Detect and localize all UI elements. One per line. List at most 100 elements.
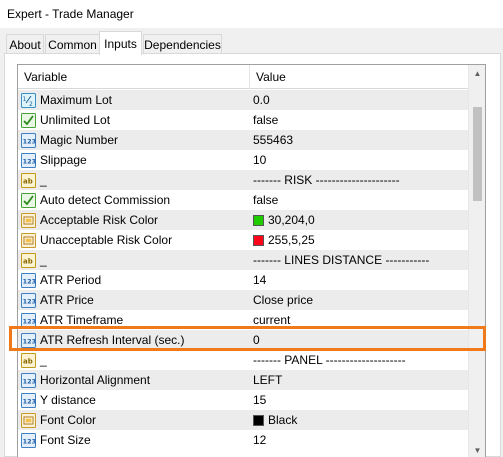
inputs-panel: Variable Value 1 2 Maximum Lot 0.0 Unlimited…: [4, 53, 501, 457]
value-cell[interactable]: false: [253, 110, 278, 130]
value-cell[interactable]: 14: [253, 270, 266, 290]
enum-icon: 123: [21, 372, 36, 388]
value-text: Black: [268, 413, 298, 427]
value-cell[interactable]: 0: [253, 330, 260, 350]
tab-about[interactable]: About: [6, 34, 44, 54]
value-cell[interactable]: false: [253, 190, 278, 210]
svg-text:123: 123: [23, 397, 36, 405]
variable-cell: 123 Horizontal Alignment: [18, 370, 248, 390]
scroll-down-arrow-icon[interactable]: ▼: [469, 442, 485, 457]
variable-cell: Unacceptable Risk Color: [18, 230, 248, 250]
variable-cell: 123 ATR Refresh Interval (sec.): [18, 330, 248, 350]
table-row[interactable]: Unacceptable Risk Color 255,5,25: [18, 230, 485, 250]
value-cell[interactable]: ------- RISK ---------------------: [253, 170, 400, 190]
value-cell[interactable]: Close price: [253, 290, 313, 310]
table-row[interactable]: 123 ATR Refresh Interval (sec.) 0: [18, 330, 485, 350]
tab-inputs-label: Inputs: [104, 36, 137, 51]
variable-cell: 1 2 Maximum Lot: [18, 90, 248, 110]
table-row[interactable]: 123 ATR Timeframe current: [18, 310, 485, 330]
variable-cell: 123 Font Size: [18, 430, 248, 450]
value-text: false: [253, 113, 279, 127]
value-cell[interactable]: 555463: [253, 130, 293, 150]
value-text: 555463: [253, 133, 294, 147]
table-row[interactable]: 123 Horizontal Alignment LEFT: [18, 370, 485, 390]
value-text: 10: [253, 153, 267, 167]
variable-cell: Auto detect Commission: [18, 190, 248, 210]
svg-text:123: 123: [23, 377, 36, 385]
svg-text:123: 123: [23, 317, 36, 325]
value-cell[interactable]: 255,5,25: [253, 230, 315, 250]
int-icon: 123: [21, 152, 36, 168]
scrollbar-thumb[interactable]: [473, 107, 482, 201]
table-row[interactable]: 123 Font Size 12: [18, 430, 485, 450]
column-header-variable-label: Variable: [24, 70, 68, 84]
table-row[interactable]: Unlimited Lot false: [18, 110, 485, 130]
variable-name: ATR Period: [40, 273, 102, 287]
variable-cell: Unlimited Lot: [18, 110, 248, 130]
value-cell[interactable]: 12: [253, 430, 266, 450]
variable-name: _: [40, 253, 47, 267]
value-text: 15: [253, 393, 267, 407]
string-icon: ab: [21, 352, 36, 368]
value-cell[interactable]: LEFT: [253, 370, 282, 390]
tab-bar: About Common Inputs Dependencies: [0, 28, 503, 55]
variable-name: Font Size: [40, 433, 91, 447]
column-header-value-label: Value: [256, 70, 286, 84]
window-titlebar: Expert - Trade Manager: [0, 0, 503, 28]
table-row[interactable]: Auto detect Commission false: [18, 190, 485, 210]
variable-name: ATR Refresh Interval (sec.): [40, 333, 185, 347]
bool-icon: [21, 112, 36, 128]
value-cell[interactable]: current: [253, 310, 290, 330]
value-cell[interactable]: 30,204,0: [253, 210, 315, 230]
value-text: 0.0: [253, 93, 270, 107]
value-text: 14: [253, 273, 267, 287]
variable-name: _: [40, 173, 47, 187]
table-row[interactable]: 123 Magic Number 555463: [18, 130, 485, 150]
scroll-up-arrow-icon[interactable]: ▲: [469, 65, 485, 82]
table-row[interactable]: 123 Slippage 10: [18, 150, 485, 170]
window-title: Expert - Trade Manager: [7, 7, 134, 21]
int-icon: 123: [21, 392, 36, 408]
column-header-value[interactable]: Value: [250, 65, 286, 89]
variable-name: Font Color: [40, 413, 97, 427]
grid-rows: 1 2 Maximum Lot 0.0 Unlimited Lot false 123 Mag…: [18, 90, 485, 450]
variable-name: Unacceptable Risk Color: [40, 233, 173, 247]
variable-cell: 123 Slippage: [18, 150, 248, 170]
variable-name: Slippage: [40, 153, 87, 167]
value-cell[interactable]: ------- LINES DISTANCE -----------: [253, 250, 429, 270]
variable-cell: 123 Magic Number: [18, 130, 248, 150]
variable-name: Horizontal Alignment: [40, 373, 151, 387]
value-text: 255,5,25: [268, 233, 315, 247]
value-cell[interactable]: 0.0: [253, 90, 270, 110]
variable-name: _: [40, 353, 47, 367]
value-cell[interactable]: 10: [253, 150, 266, 170]
variable-name: Acceptable Risk Color: [40, 213, 159, 227]
tab-inputs[interactable]: Inputs: [99, 31, 142, 55]
color-icon: [21, 232, 36, 248]
int-icon: 123: [21, 272, 36, 288]
table-row[interactable]: ab _ ------- PANEL --------------------: [18, 350, 485, 370]
enum-icon: 123: [21, 292, 36, 308]
tab-dependencies[interactable]: Dependencies: [143, 34, 222, 54]
column-header-variable[interactable]: Variable: [18, 65, 67, 89]
value-text: ------- RISK ---------------------: [253, 173, 400, 187]
variable-cell: 123 Y distance: [18, 390, 248, 410]
int-icon: 123: [21, 332, 36, 348]
value-cell[interactable]: Black: [253, 410, 297, 430]
table-row[interactable]: Acceptable Risk Color 30,204,0: [18, 210, 485, 230]
tab-common-label: Common: [48, 37, 97, 52]
table-row[interactable]: ab _ ------- RISK ---------------------: [18, 170, 485, 190]
color-swatch: [253, 414, 264, 426]
int-icon: 123: [21, 132, 36, 148]
table-row[interactable]: Font Color Black: [18, 410, 485, 430]
table-row[interactable]: 123 ATR Price Close price: [18, 290, 485, 310]
table-row[interactable]: 123 Y distance 15: [18, 390, 485, 410]
value-cell[interactable]: 15: [253, 390, 266, 410]
tab-common[interactable]: Common: [45, 34, 100, 54]
table-row[interactable]: 123 ATR Period 14: [18, 270, 485, 290]
table-row[interactable]: 1 2 Maximum Lot 0.0: [18, 90, 485, 110]
value-cell[interactable]: ------- PANEL --------------------: [253, 350, 406, 370]
variable-cell: ab _: [18, 250, 248, 270]
vertical-scrollbar[interactable]: ▲ ▼: [468, 65, 485, 457]
table-row[interactable]: ab _ ------- LINES DISTANCE -----------: [18, 250, 485, 270]
